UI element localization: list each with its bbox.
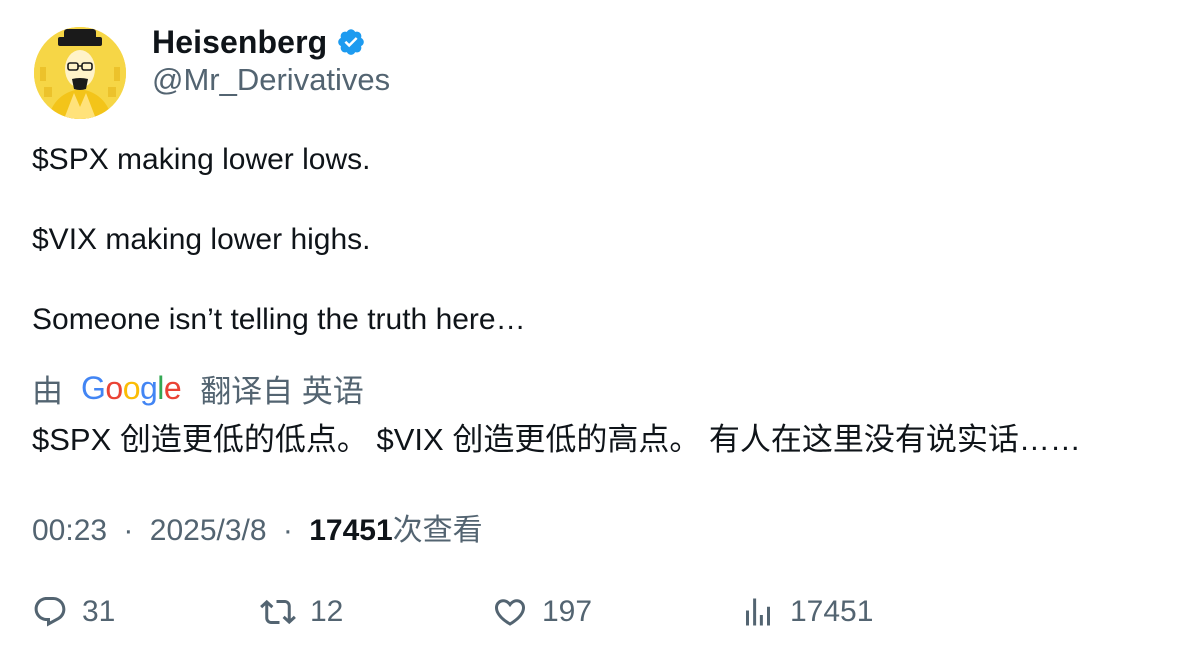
translation-attribution[interactable]: 由 Google 翻译自 英语 <box>32 366 364 411</box>
google-logo: Google <box>81 370 182 406</box>
like-count: 197 <box>542 595 593 628</box>
avatar-illustration-icon <box>34 27 126 119</box>
tweet-time[interactable]: 00:23 <box>32 514 107 547</box>
like-button[interactable]: 197 <box>492 588 592 636</box>
views-action-count: 17451 <box>790 595 874 628</box>
tweet-text-line-2: $VIX making lower highs. <box>32 223 371 256</box>
meta-separator: · <box>123 514 134 547</box>
retweet-count: 12 <box>310 595 344 628</box>
views-count: 17451 <box>309 514 393 547</box>
author-display-name[interactable]: Heisenberg <box>152 24 327 61</box>
reply-count: 31 <box>82 595 116 628</box>
translation-suffix: 翻译自 英语 <box>200 374 364 409</box>
tweet-meta: 00:23 · 2025/3/8 · 17451次查看 <box>32 505 483 549</box>
views-button[interactable]: 17451 <box>740 588 873 636</box>
retweet-icon <box>260 599 296 625</box>
tweet-text-line-1: $SPX making lower lows. <box>32 143 371 176</box>
author-name-row: Heisenberg <box>152 22 366 62</box>
views-chart-icon <box>746 598 770 626</box>
translated-text: $SPX 创造更低的低点。 $VIX 创造更低的高点。 有人在这里没有说实话…… <box>32 422 1081 457</box>
meta-separator: · <box>282 514 293 547</box>
action-bar: 31 12 197 17451 <box>32 588 1162 636</box>
views-label: 次查看 <box>392 514 483 547</box>
avatar[interactable] <box>34 27 126 119</box>
tweet-text-line-3: Someone isn’t telling the truth here… <box>32 303 526 336</box>
reply-button[interactable]: 31 <box>32 588 115 636</box>
retweet-button[interactable]: 12 <box>260 588 343 636</box>
author-handle[interactable]: @Mr_Derivatives <box>152 62 390 98</box>
tweet-card: Heisenberg @Mr_Derivatives $SPX making l… <box>0 0 1196 658</box>
reply-icon <box>34 597 66 627</box>
verified-badge-icon[interactable] <box>336 27 366 57</box>
translation-prefix: 由 <box>32 374 63 409</box>
tweet-date[interactable]: 2025/3/8 <box>150 514 267 547</box>
heart-icon <box>494 599 526 626</box>
